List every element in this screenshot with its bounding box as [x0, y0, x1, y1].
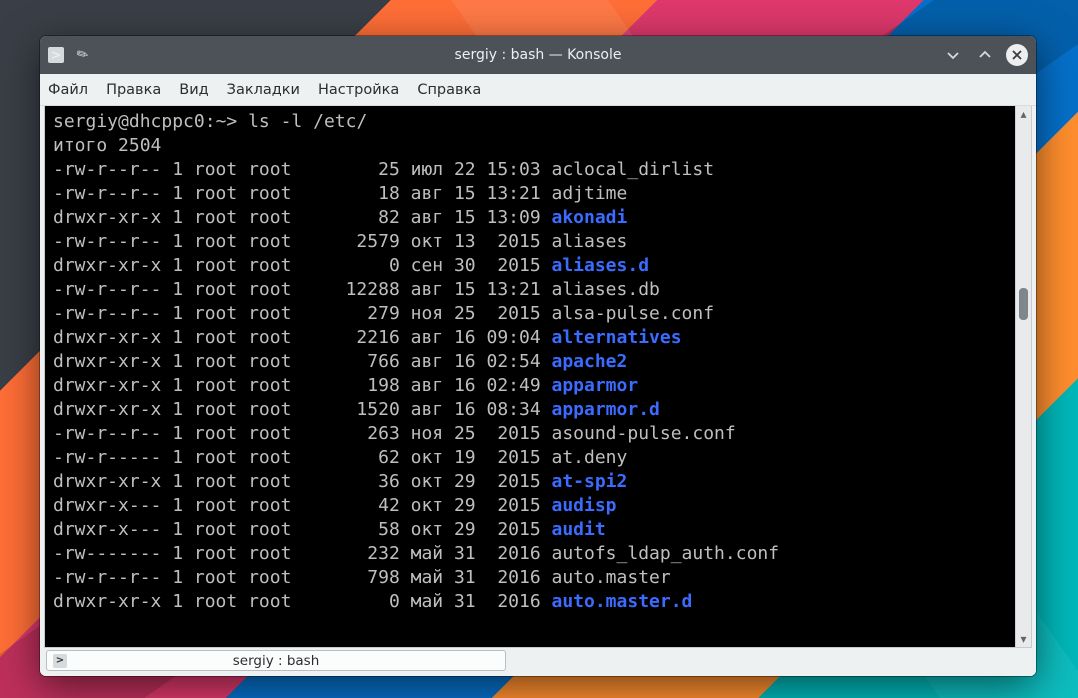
tab-session[interactable]: > sergiy : bash: [46, 650, 506, 671]
minimize-button[interactable]: [942, 44, 964, 66]
window-title: sergiy : bash — Konsole: [40, 47, 1036, 63]
close-icon: [1011, 49, 1023, 61]
chevron-up-icon: [977, 47, 993, 63]
maximize-button[interactable]: [974, 44, 996, 66]
menu-file[interactable]: Файл: [48, 82, 88, 98]
scroll-down-icon[interactable]: ▾: [1016, 631, 1031, 647]
app-icon: >: [48, 47, 64, 63]
scrollbar-thumb[interactable]: [1019, 288, 1028, 320]
terminal-container: sergiy@dhcppc0:~> ls -l /etc/ итого 2504…: [44, 106, 1032, 648]
menu-view[interactable]: Вид: [179, 82, 208, 98]
close-button[interactable]: [1006, 44, 1028, 66]
konsole-window: > ✎ sergiy : bash — Konsole Файл Правка …: [40, 36, 1036, 676]
menu-help[interactable]: Справка: [417, 82, 481, 98]
terminal-icon: >: [53, 654, 67, 668]
tab-bar: > sergiy : bash: [40, 648, 1036, 676]
scroll-up-icon[interactable]: ▴: [1016, 106, 1031, 122]
terminal-output[interactable]: sergiy@dhcppc0:~> ls -l /etc/ итого 2504…: [45, 106, 1015, 647]
scrollbar[interactable]: ▴ ▾: [1015, 106, 1031, 647]
pin-icon[interactable]: ✎: [71, 43, 96, 68]
tab-label: sergiy : bash: [233, 653, 320, 669]
menu-bar: Файл Правка Вид Закладки Настройка Справ…: [40, 74, 1036, 106]
chevron-down-icon: [945, 47, 961, 63]
window-titlebar[interactable]: > ✎ sergiy : bash — Konsole: [40, 36, 1036, 74]
menu-settings[interactable]: Настройка: [318, 82, 399, 98]
menu-bookmarks[interactable]: Закладки: [227, 82, 300, 98]
menu-edit[interactable]: Правка: [106, 82, 161, 98]
